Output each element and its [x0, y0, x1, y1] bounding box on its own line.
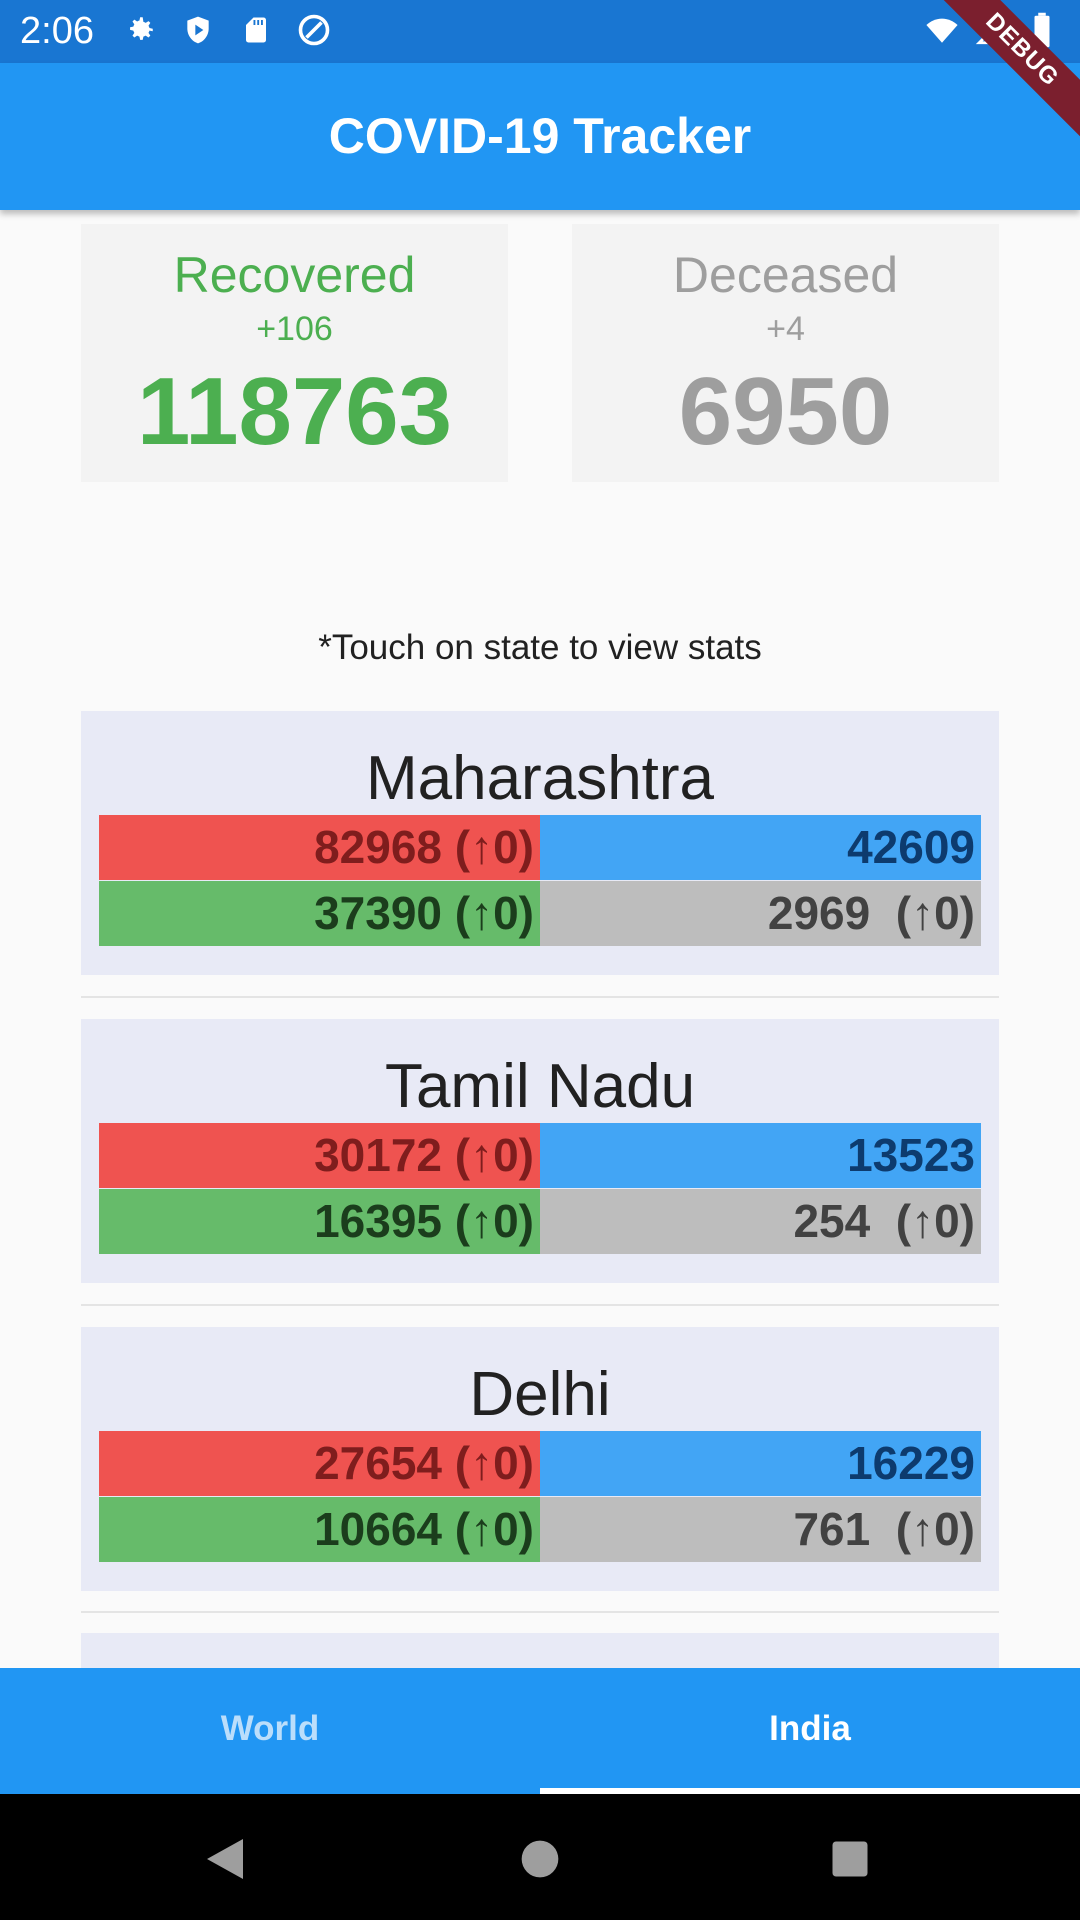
touch-hint: *Touch on state to view stats	[318, 628, 762, 667]
wifi-icon	[922, 10, 962, 50]
divider	[81, 996, 999, 998]
active-count: 13523	[540, 1123, 981, 1188]
state-card-maharashtra[interactable]: Maharashtra 82968 (↑0) 42609 37390 (↑0) …	[81, 711, 999, 975]
bottom-tab-bar: World India	[0, 1668, 1080, 1794]
deceased-label: Deceased	[672, 247, 899, 303]
confirmed-count: 27654 (↑0)	[99, 1431, 540, 1496]
recovered-delta: +106	[256, 310, 333, 348]
recovered-label: Recovered	[173, 247, 416, 303]
home-icon[interactable]	[505, 1824, 575, 1894]
deceased-count: 2969 (↑0)	[540, 881, 981, 946]
confirmed-count: 82968 (↑0)	[99, 815, 540, 880]
system-nav-bar	[0, 1794, 1080, 1920]
divider	[81, 1304, 999, 1306]
recovered-count: 16395 (↑0)	[99, 1189, 540, 1254]
recovered-count: 37390 (↑0)	[99, 881, 540, 946]
recovered-summary-card: Recovered +106 118763	[81, 224, 508, 482]
tab-india[interactable]: India	[540, 1668, 1080, 1794]
deceased-summary-card: Deceased +4 6950	[572, 224, 999, 482]
active-count: 42609	[540, 815, 981, 880]
confirmed-count: 30172 (↑0)	[99, 1123, 540, 1188]
state-card-delhi[interactable]: Delhi 27654 (↑0) 16229 10664 (↑0) 761 (↑…	[81, 1327, 999, 1591]
active-count: 16229	[540, 1431, 981, 1496]
app-bar: COVID-19 Tracker	[0, 63, 1080, 210]
state-card-partial[interactable]	[81, 1633, 999, 1673]
status-time: 2:06	[20, 10, 94, 52]
state-name: Maharashtra	[365, 744, 715, 813]
gear-icon	[120, 10, 160, 50]
state-card-tamil-nadu[interactable]: Tamil Nadu 30172 (↑0) 13523 16395 (↑0) 2…	[81, 1019, 999, 1283]
status-icons-left	[120, 10, 334, 50]
deceased-count: 254 (↑0)	[540, 1189, 981, 1254]
app-title: COVID-19 Tracker	[328, 108, 752, 164]
back-icon[interactable]	[190, 1824, 260, 1894]
status-bar: 2:06	[0, 0, 1080, 63]
recents-icon[interactable]	[815, 1824, 885, 1894]
sd-card-icon	[236, 10, 276, 50]
deceased-total: 6950	[678, 358, 893, 465]
state-name: Tamil Nadu	[384, 1052, 696, 1121]
recovered-count: 10664 (↑0)	[99, 1497, 540, 1562]
shield-play-icon	[178, 10, 218, 50]
tab-world[interactable]: World	[0, 1668, 540, 1794]
recovered-total: 118763	[136, 358, 453, 465]
deceased-delta: +4	[766, 310, 805, 348]
state-name: Delhi	[469, 1360, 611, 1429]
at-sign-icon	[294, 10, 334, 50]
deceased-count: 761 (↑0)	[540, 1497, 981, 1562]
divider	[81, 1611, 999, 1613]
